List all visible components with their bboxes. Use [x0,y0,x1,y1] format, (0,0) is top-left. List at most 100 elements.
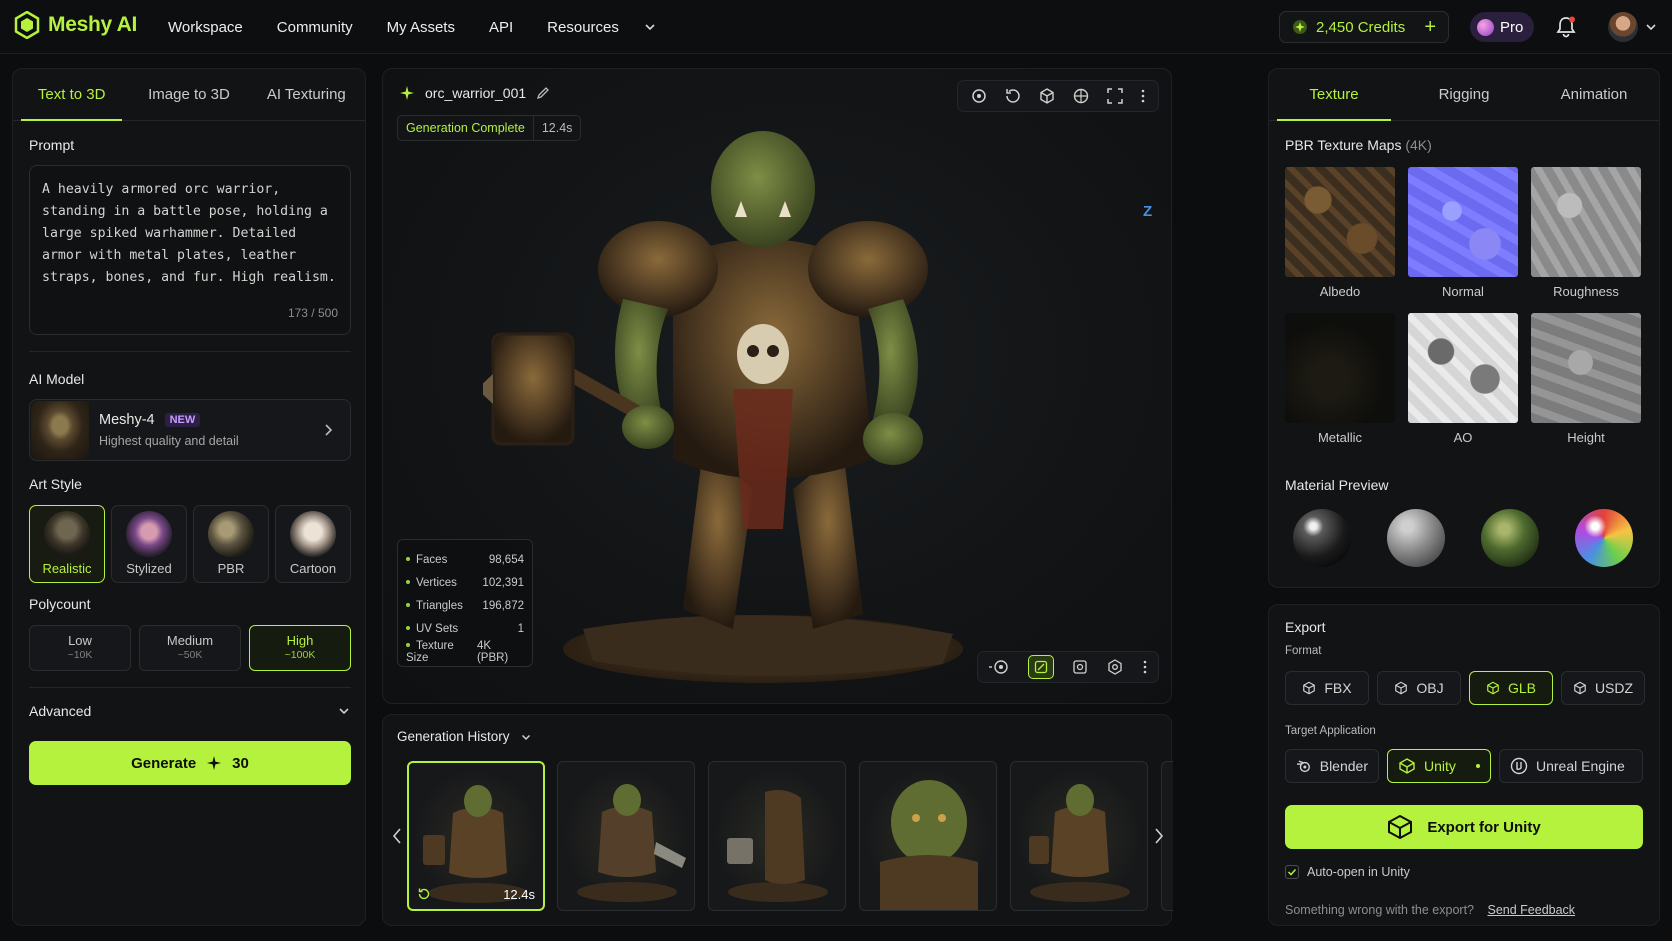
style-stylized[interactable]: Stylized [111,505,187,583]
ai-model-selector[interactable]: Meshy-4 NEW Highest quality and detail [29,399,351,461]
stat-triangles: Triangles 196,872 [406,594,524,617]
nav-api[interactable]: API [489,19,513,36]
polycount-low[interactable]: Low ~10K [29,625,131,671]
send-feedback-link[interactable]: Send Feedback [1487,903,1575,917]
generate-cost: 30 [232,754,249,772]
tab-rigging[interactable]: Rigging [1399,69,1529,120]
add-credits-icon[interactable]: + [1424,16,1436,39]
normal-map[interactable] [1408,167,1518,277]
lighting-icon[interactable] [988,658,1010,676]
polycount-medium[interactable]: Medium ~50K [139,625,241,671]
roughness-map[interactable] [1531,167,1641,277]
generation-history-panel: Generation History 12.4s [382,714,1173,926]
rotate-icon[interactable] [1004,87,1022,105]
app-unreal-engine-label: Unreal Engine [1536,758,1625,774]
format-glb[interactable]: GLB [1469,671,1553,705]
history-thumbnail-3 [727,790,828,902]
orc-warrior-model[interactable] [483,109,1003,689]
account-chevron-down-icon[interactable] [1644,20,1658,34]
credits-count: 2,450 Credits [1316,18,1406,36]
app-blender-label: Blender [1319,758,1368,774]
chevron-down-icon[interactable] [643,20,657,34]
tab-ai-texturing[interactable]: AI Texturing [248,69,365,120]
solid-mode-icon[interactable] [1072,659,1088,675]
app-unity[interactable]: Unity [1387,749,1491,783]
nav-workspace[interactable]: Workspace [168,19,243,36]
3d-viewport[interactable]: orc_warrior_001 Generation Complete 12.4… [382,68,1172,704]
format-obj[interactable]: OBJ [1377,671,1461,705]
material-sphere-environment[interactable] [1481,509,1539,567]
more-vertical-icon[interactable] [1142,658,1148,676]
blender-icon [1296,760,1310,773]
history-item-4[interactable] [859,761,997,911]
style-pbr[interactable]: PBR [193,505,269,583]
height-map[interactable] [1531,313,1641,423]
auto-open-checkbox[interactable]: Auto-open in Unity [1285,865,1410,879]
history-next-arrow-icon[interactable] [1153,827,1165,845]
ai-model-label: AI Model [29,371,85,387]
notifications-button[interactable] [1556,16,1576,43]
stat-texture-size-value: 4K (PBR) [476,639,509,664]
tab-texture[interactable]: Texture [1269,69,1399,121]
material-sphere-chrome[interactable] [1293,509,1351,567]
textured-mode-button[interactable] [1028,655,1054,679]
generate-button[interactable]: Generate 30 [29,741,351,785]
edit-pencil-icon[interactable] [536,86,550,100]
style-cartoon[interactable]: Cartoon [275,505,351,583]
history-item-1[interactable]: 12.4s [407,761,545,911]
axis-gizmo[interactable] [1153,149,1172,239]
new-badge: NEW [164,413,201,427]
style-realistic[interactable]: Realistic [29,505,105,583]
polycount-label: Polycount [29,596,91,612]
reset-view-icon[interactable] [970,87,988,105]
app-blender[interactable]: Blender [1285,749,1379,783]
settings-icon[interactable] [1106,658,1124,676]
pbr-resolution: (4K) [1405,137,1432,153]
metallic-map[interactable] [1285,313,1395,423]
format-fbx[interactable]: FBX [1285,671,1369,705]
prompt-textarea[interactable]: A heavily armored orc warrior, standing … [29,165,351,335]
fullscreen-icon[interactable] [1106,87,1124,105]
history-dropdown[interactable]: Generation History [397,729,532,744]
polycount-high[interactable]: High ~100K [249,625,351,671]
pro-plan-badge[interactable]: Pro [1470,12,1534,42]
material-sphere-rainbow[interactable] [1575,509,1633,567]
stat-faces-key: Faces [406,554,447,566]
nav-community[interactable]: Community [277,19,353,36]
user-avatar[interactable] [1608,12,1638,42]
polycount-high-name: High [286,633,314,648]
more-vertical-icon[interactable] [1140,87,1146,105]
refresh-icon[interactable] [417,887,431,901]
history-prev-arrow-icon[interactable] [391,827,403,845]
model-name: Meshy-4 [99,412,155,428]
tab-text-to-3d[interactable]: Text to 3D [13,69,130,121]
stylized-style-thumbnail [126,511,172,557]
tab-animation[interactable]: Animation [1529,69,1659,120]
brand-logo[interactable]: Meshy AI [14,11,137,39]
export-for-unity-button[interactable]: Export for Unity [1285,805,1643,849]
material-sphere-clay[interactable] [1387,509,1445,567]
ao-map[interactable] [1408,313,1518,423]
mode-tabs: Text to 3D Image to 3D AI Texturing [13,69,365,121]
cube-view-icon[interactable] [1038,87,1056,105]
chevron-down-icon [521,734,530,740]
cube-icon [1395,681,1408,695]
history-item-3[interactable] [708,761,846,911]
brand-name: Meshy AI [48,13,138,36]
albedo-map[interactable] [1285,167,1395,277]
format-usdz[interactable]: USDZ [1561,671,1645,705]
history-thumbnail-2 [577,784,686,902]
ao-label: AO [1453,430,1473,445]
nav-resources[interactable]: Resources [547,19,619,36]
history-item-5[interactable] [1010,761,1148,911]
credits-badge[interactable]: 2,450 Credits + [1279,11,1449,43]
nav-my-assets[interactable]: My Assets [387,19,455,36]
tab-image-to-3d[interactable]: Image to 3D [130,69,247,120]
export-title: Export [1285,619,1326,635]
advanced-toggle[interactable]: Advanced [29,699,351,723]
wireframe-icon[interactable] [1072,87,1090,105]
history-item-2[interactable] [557,761,695,911]
pbr-style-thumbnail [208,511,254,557]
prompt-label: Prompt [29,137,75,153]
app-unreal-engine[interactable]: Unreal Engine [1499,749,1643,783]
